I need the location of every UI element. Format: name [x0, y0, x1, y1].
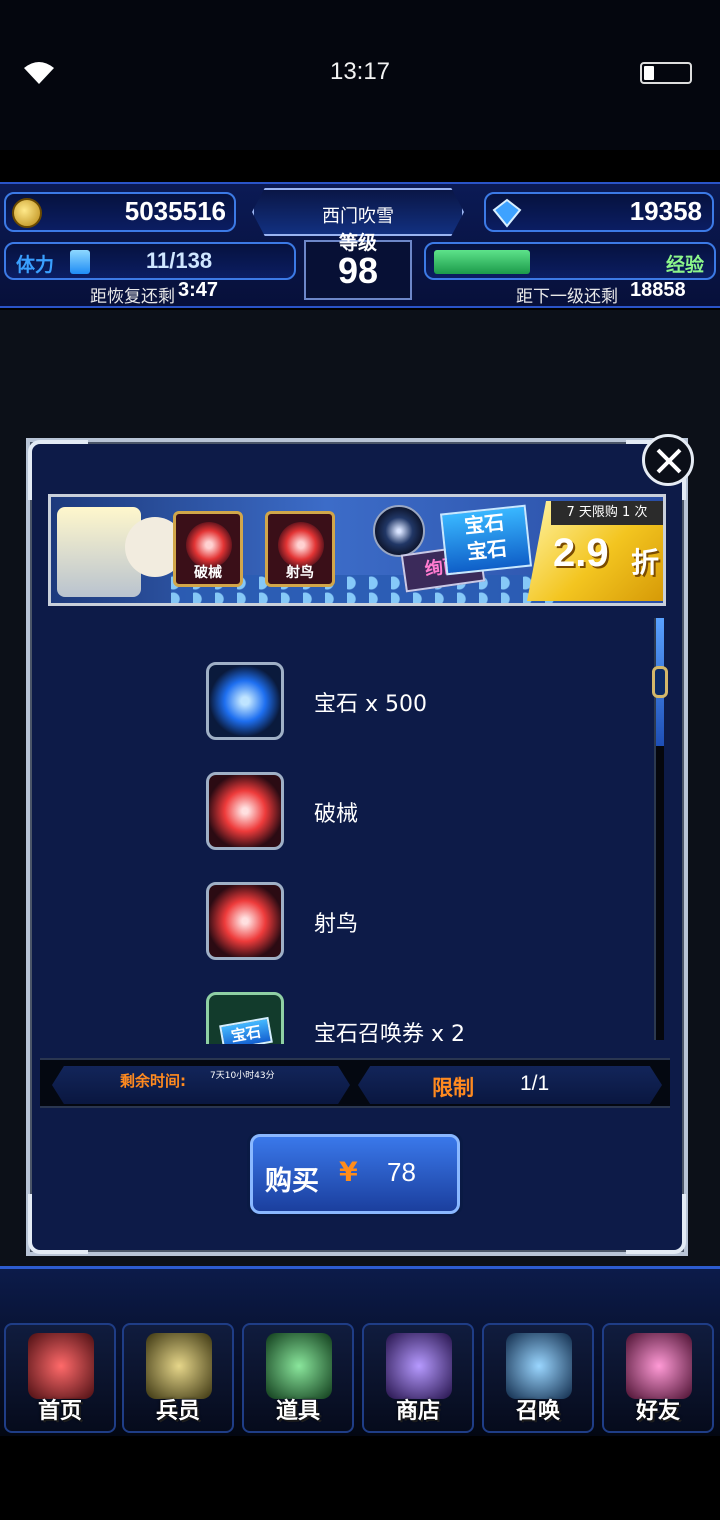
potion-icon	[266, 1333, 332, 1399]
item-name: 宝石 x 500	[314, 692, 427, 717]
nav-items[interactable]: 道具	[242, 1323, 354, 1433]
gems-value: 19358	[629, 196, 702, 226]
nav-label: 商店	[395, 1399, 440, 1424]
coins-value: 5035516	[124, 196, 226, 226]
banner-card-label: 射鸟	[286, 565, 314, 581]
gems-display[interactable]: 19358	[484, 192, 714, 232]
item-name: 破械	[314, 802, 359, 827]
stamina-value: 11/138	[146, 248, 213, 273]
limit-label: 限制	[432, 1076, 474, 1100]
buy-label: 购买	[265, 1166, 319, 1197]
stamina-label: 体力	[16, 254, 55, 276]
orb-icon	[373, 505, 425, 557]
banner-gem-ticket: 宝石 宝石	[439, 504, 533, 576]
bundle-items-list[interactable]: 宝石 x 500 破械 射鸟 宝石 宝石召唤券 x 2	[46, 620, 656, 1044]
list-item: 宝石 x 500	[206, 662, 626, 742]
banner-card-pojie: 破械	[173, 511, 243, 587]
battery-icon	[640, 62, 692, 84]
item-name: 宝石召唤券 x 2	[314, 1022, 466, 1044]
coin-icon	[12, 198, 42, 228]
skill-icon	[206, 882, 284, 960]
status-bar: 13:17	[0, 0, 720, 150]
list-item: 射鸟	[206, 882, 626, 962]
buy-button[interactable]: 购买 ¥ 78	[250, 1134, 460, 1214]
ticket-icon: 宝石	[206, 992, 284, 1044]
nav-summon[interactable]: 召唤	[482, 1323, 594, 1433]
clock: 13:17	[329, 58, 391, 85]
crystal-icon	[506, 1333, 572, 1399]
stamina-bar	[70, 250, 90, 274]
items-scrollbar[interactable]	[652, 618, 668, 1040]
banner-card-label: 破械	[194, 565, 222, 581]
player-badge[interactable]: 西门吹雪 等级 98	[232, 182, 484, 304]
recover-time: 3:47	[178, 279, 219, 301]
info-bar: 剩余时间: 7天10小时43分 限制 1/1	[40, 1058, 670, 1108]
remaining-time-label: 剩余时间:	[120, 1072, 186, 1090]
remaining-time-value: 7天10小时43分	[210, 1071, 275, 1081]
sword-icon	[28, 1333, 94, 1399]
next-level-exp: 18858	[630, 279, 686, 301]
skill-icon	[206, 772, 284, 850]
nav-label: 好友	[635, 1399, 680, 1424]
recover-label: 距恢复还剩	[90, 287, 175, 307]
coins-display: 5035516	[4, 192, 236, 232]
shop-icon	[386, 1333, 452, 1399]
system-bar	[0, 1436, 720, 1520]
banner-card-sheniao: 射鸟	[265, 511, 335, 587]
player-name: 西门吹雪	[322, 206, 394, 227]
nav-home[interactable]: 首页	[4, 1323, 116, 1433]
nav-label: 召唤	[515, 1399, 560, 1424]
nav-friends[interactable]: 好友	[602, 1323, 714, 1433]
warrior-icon	[146, 1333, 212, 1399]
price: 78	[387, 1157, 416, 1187]
gem-icon	[206, 662, 284, 740]
list-item: 宝石 宝石召唤券 x 2	[206, 992, 626, 1044]
nav-shop[interactable]: 商店	[362, 1323, 474, 1433]
limit-value: 1/1	[520, 1072, 550, 1095]
bottom-nav: 首页 兵员 道具 商店 召唤 好友	[0, 1266, 720, 1436]
nav-label: 道具	[275, 1399, 320, 1424]
nav-label: 首页	[37, 1399, 82, 1424]
scroll-thumb[interactable]	[652, 666, 668, 698]
player-hud: 5035516 19358 体力 11/138 距恢复还剩 3:47 经验 距下…	[0, 182, 720, 308]
discount-badge: 7 天限购 1 次 2.9 折	[527, 501, 663, 601]
level-value: 98	[337, 250, 379, 291]
friends-icon	[626, 1333, 692, 1399]
ticket-icon-text: 宝石	[219, 1016, 273, 1044]
currency-symbol: ¥	[339, 1157, 358, 1188]
list-item: 破械	[206, 772, 626, 852]
nav-label: 兵员	[155, 1399, 200, 1424]
exp-label: 经验	[665, 254, 704, 276]
item-name: 射鸟	[314, 912, 359, 937]
close-icon	[656, 448, 682, 474]
bundle-banner: 破械 射鸟 绚丽 宝石 宝石 7 天限购 1 次 2.9 折	[48, 494, 666, 606]
discount-unit: 折	[631, 546, 660, 579]
close-button[interactable]	[642, 434, 694, 486]
next-level-label: 距下一级还剩	[516, 287, 618, 307]
discount-value: 2.9	[553, 531, 609, 575]
gem-icon	[492, 198, 522, 228]
nav-units[interactable]: 兵员	[122, 1323, 234, 1433]
limit-tag: 7 天限购 1 次	[566, 505, 648, 520]
